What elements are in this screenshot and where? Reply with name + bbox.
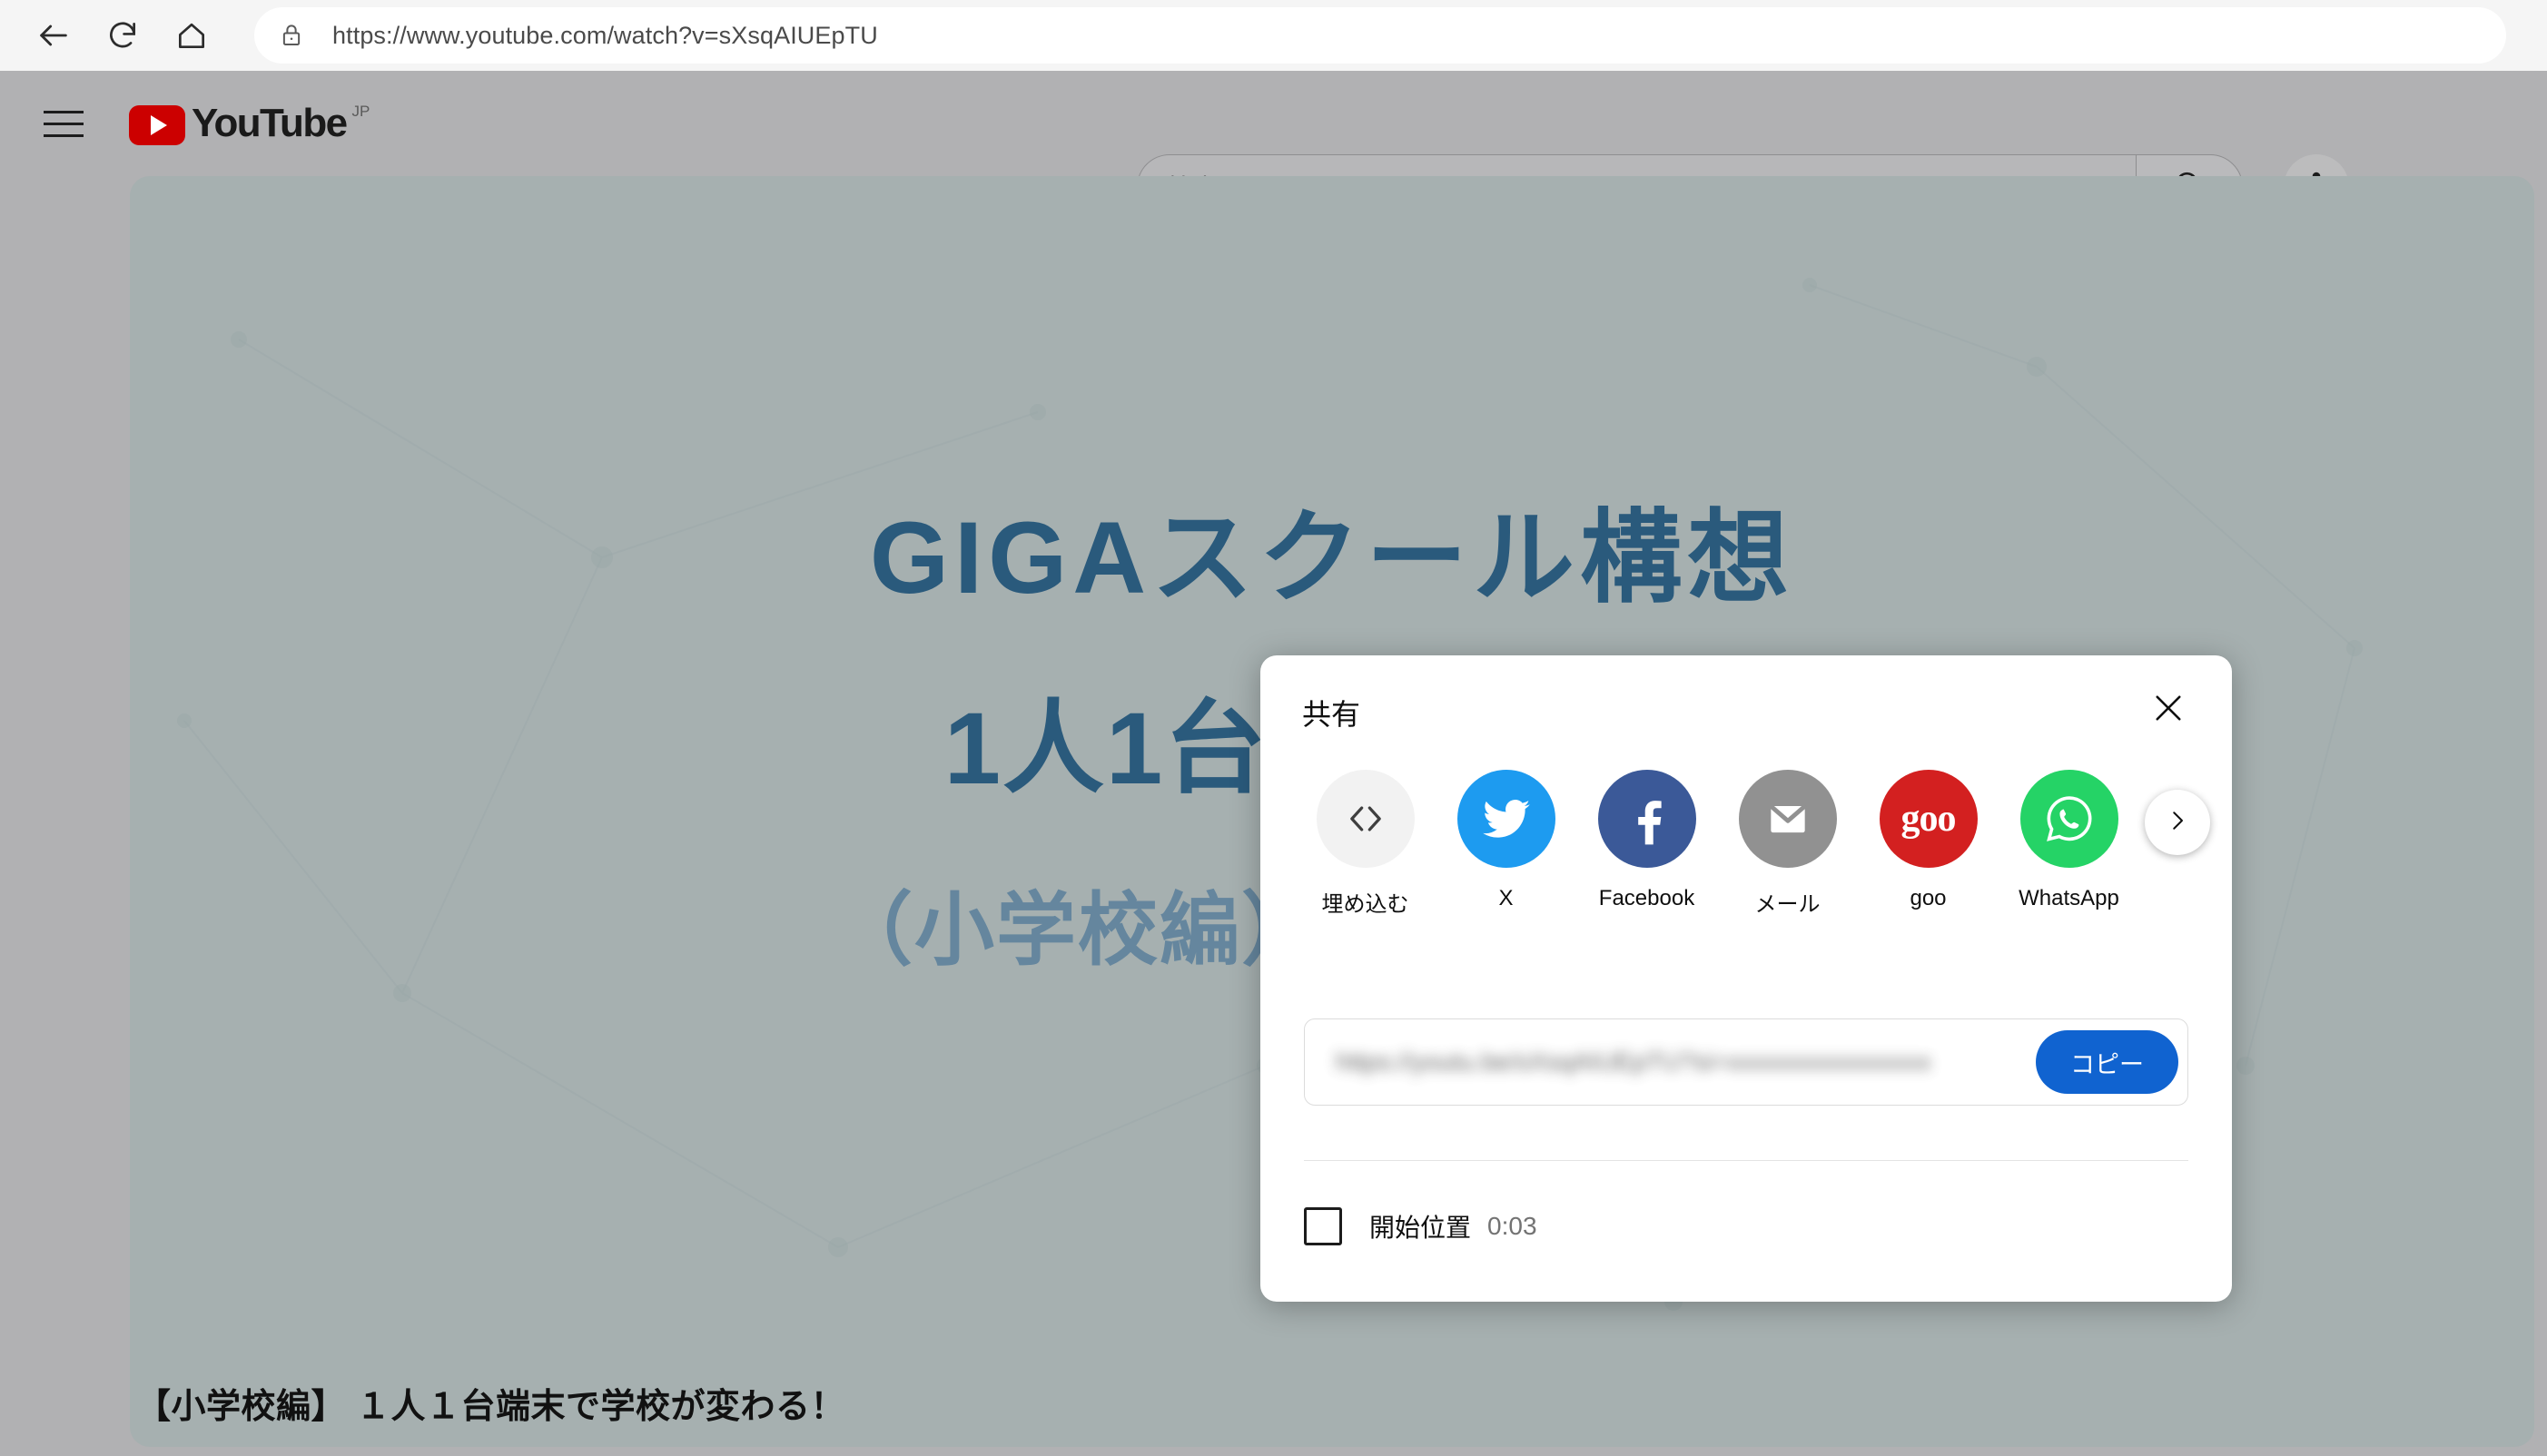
share-target-label: 埋め込む <box>1321 892 1409 917</box>
share-dialog-title: 共有 <box>1302 698 1361 731</box>
share-target-facebook[interactable]: Facebook <box>1576 770 1717 911</box>
arrow-left-icon <box>35 17 72 54</box>
reload-icon <box>105 18 140 53</box>
share-url-field[interactable]: https://youtu.be/sXsqAIUEpTU?si=xxxxxxxx… <box>1304 1018 2188 1106</box>
share-target-label: goo <box>1910 886 1947 910</box>
share-target-embed[interactable]: 埋め込む <box>1295 770 1436 918</box>
share-dialog: 共有 埋め込む X Facebook メール goo goo WhatsApp … <box>1260 655 2232 1302</box>
start-at-row: 開始位置 0:03 <box>1304 1207 1537 1245</box>
share-target-label: X <box>1498 886 1514 910</box>
share-dialog-header: 共有 <box>1260 655 2232 750</box>
address-bar[interactable]: https://www.youtube.com/watch?v=sXsqAIUE… <box>254 7 2506 64</box>
dialog-divider <box>1304 1160 2188 1161</box>
share-target-list: 埋め込む X Facebook メール goo goo WhatsApp <box>1260 750 2232 918</box>
twitter-bird-icon <box>1456 770 1555 868</box>
slide-heading-line1: GIGAスクール構想 <box>869 501 1795 615</box>
address-bar-url: https://www.youtube.com/watch?v=sXsqAIUE… <box>332 21 878 49</box>
hamburger-menu-icon[interactable] <box>31 91 96 156</box>
youtube-page: YouTube JP 検索 <box>0 71 2547 1456</box>
share-target-label: Facebook <box>1598 886 1695 910</box>
chevron-right-icon <box>2164 807 2191 839</box>
share-url-value: https://youtu.be/sXsqAIUEpTU?si=xxxxxxxx… <box>1336 1048 1931 1076</box>
youtube-wordmark: YouTube <box>192 101 348 145</box>
start-at-checkbox[interactable] <box>1304 1207 1342 1245</box>
start-at-label: 開始位置 <box>1369 1214 1472 1242</box>
share-target-goo[interactable]: goo goo <box>1858 770 1999 911</box>
home-button[interactable] <box>163 7 220 64</box>
copy-button[interactable]: コピー <box>2036 1030 2178 1094</box>
close-icon <box>2149 689 2187 732</box>
youtube-play-icon <box>129 105 185 145</box>
start-at-time[interactable]: 0:03 <box>1487 1212 1537 1241</box>
share-target-label: メール <box>1754 892 1821 917</box>
share-target-label: WhatsApp <box>2019 886 2119 910</box>
back-button[interactable] <box>25 7 82 64</box>
lock-icon <box>278 22 305 49</box>
email-envelope-icon <box>1738 770 1837 868</box>
home-icon <box>174 18 209 53</box>
share-target-x[interactable]: X <box>1436 770 1576 911</box>
share-target-whatsapp[interactable]: WhatsApp <box>1999 770 2139 911</box>
reload-button[interactable] <box>94 7 151 64</box>
youtube-country-code: JP <box>351 103 370 120</box>
facebook-icon <box>1597 770 1696 868</box>
embed-code-icon <box>1316 770 1415 868</box>
goo-icon: goo <box>1879 770 1978 868</box>
close-button[interactable] <box>2139 681 2197 739</box>
share-target-email[interactable]: メール <box>1717 770 1858 918</box>
whatsapp-icon <box>2019 770 2118 868</box>
browser-toolbar: https://www.youtube.com/watch?v=sXsqAIUE… <box>0 0 2547 71</box>
share-targets-next-button[interactable] <box>2145 790 2210 855</box>
video-title: 【小学校編】 １人１台端末で学校が変わる！ <box>136 1388 846 1426</box>
youtube-logo[interactable]: YouTube JP <box>129 101 370 146</box>
